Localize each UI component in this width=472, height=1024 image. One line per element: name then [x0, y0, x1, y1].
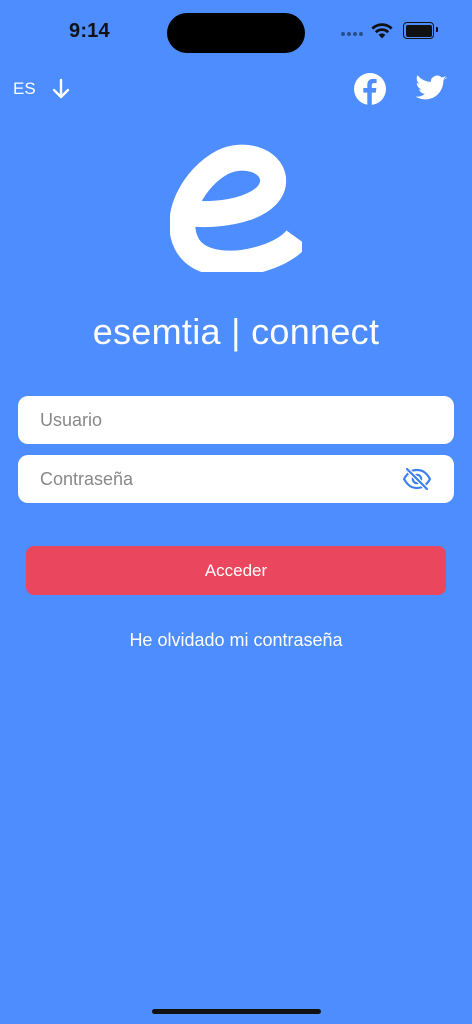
login-button[interactable]: Acceder: [26, 546, 446, 595]
username-field: [18, 396, 454, 444]
battery-level-fill: [405, 24, 432, 37]
forgot-password-link[interactable]: He olvidado mi contraseña: [0, 630, 472, 651]
twitter-icon: [415, 75, 447, 100]
facebook-button[interactable]: [353, 72, 387, 106]
cellular-signal-icon: [341, 31, 363, 36]
username-input[interactable]: [18, 396, 454, 444]
status-bar: 9:14: [0, 0, 472, 64]
status-time: 9:14: [69, 20, 110, 42]
battery-icon: [403, 22, 438, 39]
language-label: ES: [13, 79, 36, 98]
language-selector[interactable]: ES: [13, 78, 70, 100]
home-indicator: [152, 1009, 321, 1014]
eye-slash-icon[interactable]: [402, 467, 432, 491]
twitter-button[interactable]: [414, 72, 448, 106]
dynamic-island: [167, 13, 305, 53]
brand-title: esemtia | connect: [92, 311, 380, 352]
arrow-down-icon: [52, 78, 69, 99]
facebook-icon: [354, 73, 386, 105]
esemtia-e-logo: [169, 140, 308, 277]
password-field: [18, 455, 454, 503]
status-indicators: [341, 22, 438, 39]
wifi-icon: [371, 22, 393, 38]
password-input[interactable]: [18, 455, 454, 503]
